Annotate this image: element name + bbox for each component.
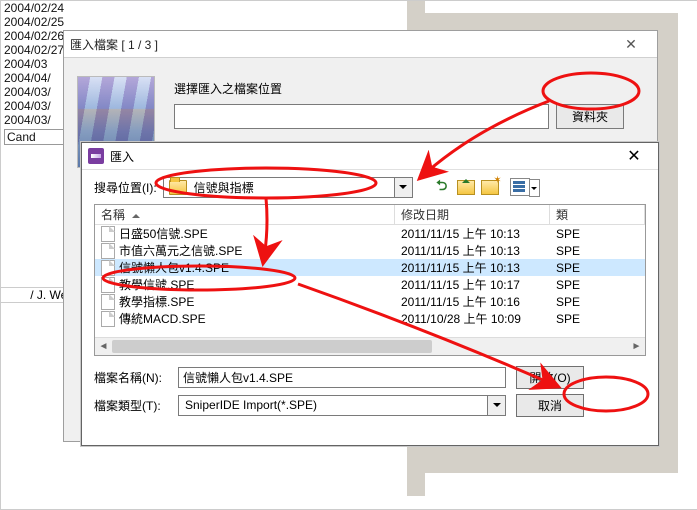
file-icon [101, 277, 115, 293]
file-type: SPE [550, 295, 645, 309]
file-icon [101, 243, 115, 259]
file-type: SPE [550, 312, 645, 326]
column-header-type[interactable]: 類 [550, 205, 645, 224]
filename-label: 檔案名稱(N): [94, 369, 168, 386]
file-name: 教學指標.SPE [119, 293, 194, 310]
look-in-value: 信號與指標 [192, 179, 394, 196]
file-icon [101, 260, 115, 276]
open-button[interactable]: 開啟(O) [516, 366, 584, 389]
column-header-name[interactable]: 名稱 [95, 205, 395, 224]
file-date: 2011/11/15 上午 10:16 [395, 293, 550, 310]
location-label: 選擇匯入之檔案位置 [174, 80, 282, 97]
horizontal-scrollbar[interactable]: ◄ ► [95, 337, 645, 355]
file-date: 2011/10/28 上午 10:09 [395, 310, 550, 327]
dialog-title: 匯入檔案 [ 1 / 3 ] [70, 36, 611, 53]
file-type: SPE [550, 227, 645, 241]
file-type: SPE [550, 261, 645, 275]
location-input[interactable] [174, 104, 549, 129]
app-icon [88, 148, 104, 164]
file-icon [101, 311, 115, 327]
file-row[interactable]: 日盛50信號.SPE 2011/11/15 上午 10:13SPE [95, 225, 645, 242]
file-type: SPE [550, 244, 645, 258]
filetype-label: 檔案類型(T): [94, 397, 168, 414]
filetype-combo[interactable]: SniperIDE Import(*.SPE) [178, 395, 506, 416]
look-in-combo[interactable]: 信號與指標 [163, 177, 413, 198]
sort-asc-icon [129, 208, 140, 222]
candlestick-tab[interactable]: Cand [4, 129, 64, 145]
look-in-label: 搜尋位置(I): [94, 179, 157, 196]
folder-icon [169, 180, 187, 195]
background-date-list: 2004/02/24 2004/02/25 2004/02/26 2004/02… [4, 1, 64, 145]
scroll-right-icon[interactable]: ► [628, 338, 645, 355]
new-folder-icon[interactable] [481, 178, 499, 196]
file-row[interactable]: 教學信號.SPE 2011/11/15 上午 10:17SPE [95, 276, 645, 293]
dialog-title: 匯入 [110, 148, 614, 165]
file-date: 2011/11/15 上午 10:17 [395, 276, 550, 293]
close-icon[interactable]: ✕ [611, 36, 651, 53]
file-icon [101, 226, 115, 242]
file-open-dialog: 匯入 ✕ 搜尋位置(I): 信號與指標 ⮌ 名稱 修改日期 類 日盛50信號.S… [81, 142, 659, 446]
file-name: 傳統MACD.SPE [119, 310, 206, 327]
scroll-left-icon[interactable]: ◄ [95, 338, 112, 355]
file-name: 信號懶人包v1.4.SPE [119, 259, 229, 276]
back-icon[interactable]: ⮌ [433, 178, 451, 196]
cancel-button[interactable]: 取消 [516, 394, 584, 417]
chevron-down-icon[interactable] [394, 178, 412, 197]
close-icon[interactable]: ✕ [614, 146, 654, 166]
file-row[interactable]: 信號懶人包v1.4.SPE 2011/11/15 上午 10:13SPE [95, 259, 645, 276]
file-name: 市值六萬元之信號.SPE [119, 242, 242, 259]
file-list: 名稱 修改日期 類 日盛50信號.SPE2011/11/15 上午 10:13S… [94, 204, 646, 356]
file-row[interactable]: 教學指標.SPE 2011/11/15 上午 10:16SPE [95, 293, 645, 310]
file-type: SPE [550, 278, 645, 292]
up-folder-icon[interactable] [457, 178, 475, 196]
scroll-thumb[interactable] [112, 340, 432, 353]
column-header-date[interactable]: 修改日期 [395, 205, 550, 224]
folder-button[interactable]: 資料夾 [556, 104, 624, 129]
file-date: 2011/11/15 上午 10:13 [395, 242, 550, 259]
filetype-value: SniperIDE Import(*.SPE) [179, 398, 487, 412]
file-date: 2011/11/15 上午 10:13 [395, 225, 550, 242]
chevron-down-icon[interactable] [487, 396, 505, 415]
file-date: 2011/11/15 上午 10:13 [395, 259, 550, 276]
file-name: 日盛50信號.SPE [119, 225, 208, 242]
file-row[interactable]: 傳統MACD.SPE 2011/10/28 上午 10:09SPE [95, 310, 645, 327]
file-row[interactable]: 市值六萬元之信號.SPE 2011/11/15 上午 10:13SPE [95, 242, 645, 259]
file-icon [101, 294, 115, 310]
file-name: 教學信號.SPE [119, 276, 194, 293]
filename-input[interactable]: 信號懶人包v1.4.SPE [178, 367, 506, 388]
view-menu-icon[interactable] [505, 178, 535, 196]
